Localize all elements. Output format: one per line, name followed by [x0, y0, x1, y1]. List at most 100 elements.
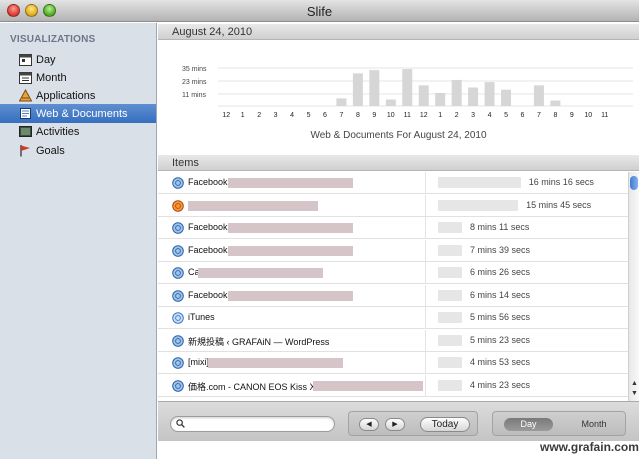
chart-bar[interactable]: [369, 70, 380, 106]
duration-bar: [438, 199, 519, 211]
duration-bar: [438, 357, 462, 368]
x-tick-label: 10: [584, 112, 592, 119]
column-divider: [425, 307, 426, 329]
x-tick-label: 9: [570, 112, 574, 119]
applications-icon: [19, 89, 32, 102]
calendar-day-icon: [19, 54, 32, 66]
list-item[interactable]: 湘15 mins 45 secs: [158, 194, 628, 217]
chart-bar[interactable]: [484, 82, 495, 106]
chart-bar[interactable]: [385, 99, 396, 106]
column-divider: [425, 239, 426, 262]
search-field[interactable]: [170, 416, 335, 432]
firefox-icon: [172, 199, 184, 212]
activities-icon: [19, 126, 32, 137]
chart-bar[interactable]: [418, 85, 429, 106]
chart-bar[interactable]: [533, 85, 544, 106]
sidebar-item-activities[interactable]: Activities: [0, 122, 156, 141]
x-tick-label: 4: [488, 112, 492, 119]
y-tick-label: 11 mins: [182, 92, 206, 99]
duration-bar: [438, 289, 462, 301]
list-item[interactable]: 価格.com - CANON EOS Kiss X4 ダ 4 mins 23 se…: [158, 374, 628, 397]
calendar-month-icon: [19, 72, 32, 84]
column-divider: [425, 284, 426, 307]
x-tick-label: 8: [356, 112, 360, 119]
duration-bar: [438, 177, 521, 188]
list-item[interactable]: Facebook 6 mins 14 secs: [158, 284, 628, 307]
x-tick-label: 12: [420, 112, 428, 119]
redacted-text: [188, 200, 318, 211]
sidebar-item-day[interactable]: Day: [0, 50, 156, 69]
x-tick-label: 2: [257, 112, 261, 119]
sidebar-item-label: Month: [36, 72, 67, 84]
items-header-label: Items: [172, 157, 199, 169]
chart-bar[interactable]: [336, 98, 347, 106]
x-tick-label: 6: [323, 112, 327, 119]
chart-title: Web & Documents For August 24, 2010: [310, 130, 487, 141]
duration-label: 8 mins 11 secs: [470, 222, 530, 232]
sidebar-header: VISUALIZATIONS: [10, 34, 96, 45]
duration-label: 4 mins 53 secs: [470, 357, 531, 367]
month-mode-button[interactable]: Month: [569, 418, 619, 431]
x-tick-label: 11: [404, 112, 411, 119]
window-title: Slife: [306, 4, 333, 19]
date-header: August 24, 2010: [158, 24, 639, 40]
itunes-icon: [172, 312, 184, 324]
chart-bar[interactable]: [468, 87, 479, 106]
x-tick-label: 7: [537, 112, 541, 119]
safari-icon: [172, 379, 184, 392]
duration-bar: [438, 379, 462, 391]
scroll-thumb[interactable]: [630, 176, 638, 190]
chart-bar[interactable]: [402, 69, 413, 106]
safari-icon: [172, 222, 184, 234]
previous-button[interactable]: ◀: [359, 418, 379, 431]
sidebar-item-web-documents[interactable]: Web & Documents: [0, 104, 156, 123]
redacted-text: [313, 380, 423, 391]
sidebar-item-applications[interactable]: Applications: [0, 86, 156, 105]
next-button[interactable]: ▶: [385, 418, 405, 431]
redacted-text: [228, 223, 353, 233]
title-bar: Slife: [0, 0, 639, 22]
x-tick-label: 2: [455, 112, 459, 119]
list-item[interactable]: Ca 6 mins 26 secs: [158, 262, 628, 284]
list-item[interactable]: Facebook 8 mins 11 secs: [158, 217, 628, 239]
x-tick-label: 10: [387, 112, 395, 119]
column-divider: [425, 329, 426, 352]
vertical-scrollbar[interactable]: ▲ ▼: [628, 172, 639, 401]
sidebar-item-label: Goals: [36, 145, 65, 157]
column-divider: [425, 352, 426, 374]
duration-bar: [438, 334, 462, 346]
sidebar-item-goals[interactable]: Goals: [0, 141, 156, 160]
chart-bar[interactable]: [352, 73, 363, 106]
chart-bar[interactable]: [451, 79, 462, 106]
chart-bar[interactable]: [501, 89, 512, 106]
date-navigation: ◀ ▶ Today: [348, 411, 478, 436]
sidebar-item-label: Day: [36, 54, 56, 66]
chart-bar[interactable]: [550, 100, 561, 106]
duration-label: 7 mins 39 secs: [470, 244, 531, 255]
sidebar-item-label: Web & Documents: [36, 108, 128, 120]
x-tick-label: 5: [307, 112, 311, 119]
items-list[interactable]: 価格.com - CANON EOS Kiss X4 ダ 4 mins 23 se…: [158, 172, 639, 401]
item-title: iTunes: [188, 312, 215, 322]
column-divider: [425, 172, 426, 194]
column-divider: [425, 262, 426, 284]
redacted-text: [208, 358, 343, 368]
sidebar-item-month[interactable]: Month: [0, 68, 156, 87]
activity-chart: 35 mins 23 mins 11 mins 12 1 2 3 4 5 6 7 8 9 10 11 12 1 2…: [158, 40, 639, 153]
list-item[interactable]: Facebook (16 mins 16 secs: [158, 172, 628, 194]
x-tick-label: 1: [241, 112, 245, 119]
list-item[interactable]: 新規投稿 ‹ GRAFAiN — WordPress 5 mins 23 secs: [158, 329, 628, 352]
x-tick-label: 1: [438, 112, 442, 119]
day-mode-button[interactable]: Day: [504, 418, 553, 431]
scroll-down-arrow-icon[interactable]: ▼: [630, 389, 639, 399]
list-item[interactable]: [mixi] R4 mins 53 secs: [158, 352, 628, 374]
bottom-toolbar: ◀ ▶ Today Day Month: [158, 401, 639, 441]
y-tick-label: 23 mins: [182, 79, 207, 86]
safari-icon: [172, 177, 184, 189]
chart-bar[interactable]: [435, 92, 446, 106]
today-button[interactable]: Today: [420, 417, 470, 432]
list-item[interactable]: Facebook 7 mins 39 secs: [158, 239, 628, 262]
scroll-up-arrow-icon[interactable]: ▲: [630, 379, 639, 389]
list-item[interactable]: iTunes 5 mins 56 secs: [158, 307, 628, 329]
item-title: Facebook: [188, 222, 228, 232]
